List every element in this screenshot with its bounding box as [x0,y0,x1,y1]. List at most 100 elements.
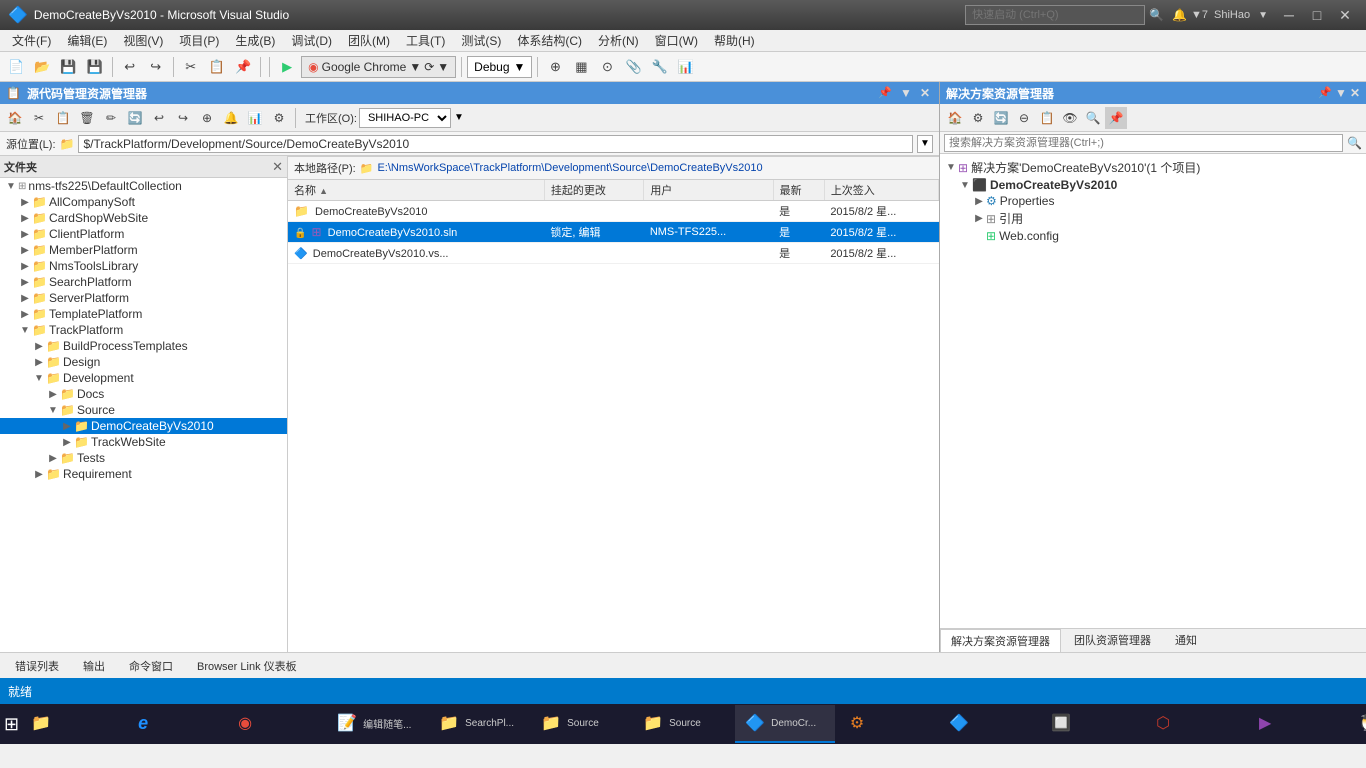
taskbar-search1[interactable]: 📁 SearchPl... [429,705,529,743]
sol-item-properties[interactable]: ▶ ⚙ Properties [940,193,1366,209]
sc-btn10[interactable]: 🔔 [220,107,242,129]
sc-btn8[interactable]: ↪ [172,107,194,129]
tree-item-dev[interactable]: ▼ 📁 Development [0,370,287,386]
tree-item-allcompany[interactable]: ▶ 📁 AllCompanySoft [0,194,287,210]
close-button[interactable]: ✕ [1332,5,1358,25]
tab-command[interactable]: 命令窗口 [118,654,184,678]
sol-close-btn[interactable]: ✕ [1350,86,1360,100]
notification-icon[interactable]: 🔔 [1172,8,1187,22]
save-all-btn[interactable]: 💾 [83,55,107,79]
tree-item-search[interactable]: ▶ 📁 SearchPlatform [0,274,287,290]
tree-item-member[interactable]: ▶ 📁 MemberPlatform [0,242,287,258]
tab-output[interactable]: 输出 [72,654,116,678]
sol-item-refs[interactable]: ▶ ⊞ 引用 [940,209,1366,228]
col-latest[interactable]: 最新 [773,180,824,201]
taskbar-ie[interactable]: e [123,705,223,743]
menu-test[interactable]: 测试(S) [453,30,509,51]
taskbar-source1[interactable]: 📁 Source [531,705,631,743]
sc-btn1[interactable]: 🏠 [4,107,26,129]
sc-btn5[interactable]: ✏ [100,107,122,129]
taskbar-tool3[interactable]: 🔲 [1041,705,1141,743]
open-btn[interactable]: 📂 [30,55,54,79]
sc-btn3[interactable]: 📋 [52,107,74,129]
sol-tb-refresh[interactable]: 🔄 [990,107,1012,129]
sol-tb-btn2[interactable]: ⚙ [967,107,989,129]
taskbar-qq[interactable]: 🐧 QQ音乐 [1347,705,1366,743]
sc-btn2[interactable]: ✂ [28,107,50,129]
copy-btn[interactable]: 📋 [205,55,229,79]
sol-tb-pin[interactable]: 📌 [1105,107,1127,129]
col-pending[interactable]: 挂起的更改 [544,180,643,201]
col-checkin[interactable]: 上次签入 [824,180,938,201]
local-path-link[interactable]: E:\NmsWorkSpace\TrackPlatform\Developmen… [377,162,762,174]
menu-team[interactable]: 团队(M) [340,30,398,51]
taskbar-notepad[interactable]: 📝 编辑随笔... [327,705,427,743]
tree-item-docs[interactable]: ▶ 📁 Docs [0,386,287,402]
panel-dropdown-btn[interactable]: ▼ [897,86,915,100]
menu-build[interactable]: 生成(B) [227,30,283,51]
taskbar-tool2[interactable]: 🔷 [939,705,1039,743]
menu-view[interactable]: 视图(V) [115,30,171,51]
play-button[interactable]: ▶ [275,55,299,79]
minimize-button[interactable]: ─ [1276,5,1302,25]
sol-item-project[interactable]: ▼ ⬛ DemoCreateByVs2010 [940,177,1366,193]
sol-tab-team[interactable]: 团队资源管理器 [1063,628,1162,652]
sol-item-webconfig[interactable]: ⊞ Web.config [940,228,1366,244]
toolbar-btn5[interactable]: 🔧 [648,55,672,79]
toolbar-btn4[interactable]: 📎 [621,55,645,79]
sol-tb-btn1[interactable]: 🏠 [944,107,966,129]
new-project-btn[interactable]: 📄 [4,55,28,79]
table-row[interactable]: 🔷 DemoCreateByVs2010.vs... 是 2015/8/2 星.… [288,243,939,264]
tree-item-server[interactable]: ▶ 📁 ServerPlatform [0,290,287,306]
panel-close-btn[interactable]: ✕ [917,86,933,100]
sol-search-input[interactable] [944,134,1343,152]
taskbar-tool1[interactable]: ⚙ [837,705,937,743]
tree-item-trackwebsite[interactable]: ▶ 📁 TrackWebSite [0,434,287,450]
menu-tools[interactable]: 工具(T) [398,30,453,51]
menu-debug[interactable]: 调试(D) [283,30,340,51]
sol-tab-solution[interactable]: 解决方案资源管理器 [940,629,1061,652]
taskbar-tool4[interactable]: ⬡ [1143,705,1243,743]
toolbar-btn6[interactable]: 📊 [674,55,698,79]
taskbar-file-explorer[interactable]: 📁 [21,705,121,743]
menu-project[interactable]: 项目(P) [171,30,227,51]
paste-btn[interactable]: 📌 [231,55,255,79]
taskbar-source2[interactable]: 📁 Source [633,705,733,743]
tree-item-source[interactable]: ▼ 📁 Source [0,402,287,418]
maximize-button[interactable]: □ [1304,5,1330,25]
debug-dropdown[interactable]: Debug ▼ [467,56,532,78]
table-row[interactable]: 📁 DemoCreateByVs2010 是 2015/8/2 星... [288,201,939,222]
col-name[interactable]: 名称 ▲ [288,180,544,201]
sc-btn6[interactable]: 🔄 [124,107,146,129]
cut-btn[interactable]: ✂ [179,55,203,79]
location-dropdown-btn[interactable]: ▼ [917,135,933,153]
tree-item-cardshop[interactable]: ▶ 📁 CardShopWebSite [0,210,287,226]
menu-edit[interactable]: 编辑(E) [59,30,115,51]
tree-item-requirement[interactable]: ▶ 📁 Requirement [0,466,287,482]
sol-tb-filter[interactable]: 🔍 [1082,107,1104,129]
google-chrome-dropdown[interactable]: ◉ Google Chrome ▼ ⟳ ▼ [301,56,456,78]
tree-item-design[interactable]: ▶ 📁 Design [0,354,287,370]
workspace-select[interactable]: SHIHAO-PC [359,108,451,128]
quick-launch-input[interactable] [965,5,1145,25]
tab-browserlink[interactable]: Browser Link 仪表板 [186,654,308,678]
folder-header-close[interactable]: ✕ [272,159,283,175]
col-user[interactable]: 用户 [644,180,773,201]
sol-tb-view[interactable]: 👁 [1059,107,1081,129]
tree-item-track[interactable]: ▼ 📁 TrackPlatform [0,322,287,338]
sc-btn12[interactable]: ⚙ [268,107,290,129]
sol-item-root[interactable]: ▼ ⊞ 解决方案'DemoCreateByVs2010'(1 个项目) [940,158,1366,177]
toolbar-btn3[interactable]: ⊙ [595,55,619,79]
sol-tb-collapse[interactable]: ⊖ [1013,107,1035,129]
toolbar-btn2[interactable]: ▦ [569,55,593,79]
taskbar-chrome[interactable]: ◉ [225,705,325,743]
menu-help[interactable]: 帮助(H) [706,30,763,51]
tree-item-tests[interactable]: ▶ 📁 Tests [0,450,287,466]
redo-btn[interactable]: ↪ [144,55,168,79]
sol-tb-props[interactable]: 📋 [1036,107,1058,129]
start-button[interactable]: ⊞ [4,705,19,743]
menu-window[interactable]: 窗口(W) [647,30,706,51]
tree-item-template[interactable]: ▶ 📁 TemplatePlatform [0,306,287,322]
menu-file[interactable]: 文件(F) [4,30,59,51]
tree-item-democreate[interactable]: ▶ 📁 DemoCreateByVs2010 [0,418,287,434]
